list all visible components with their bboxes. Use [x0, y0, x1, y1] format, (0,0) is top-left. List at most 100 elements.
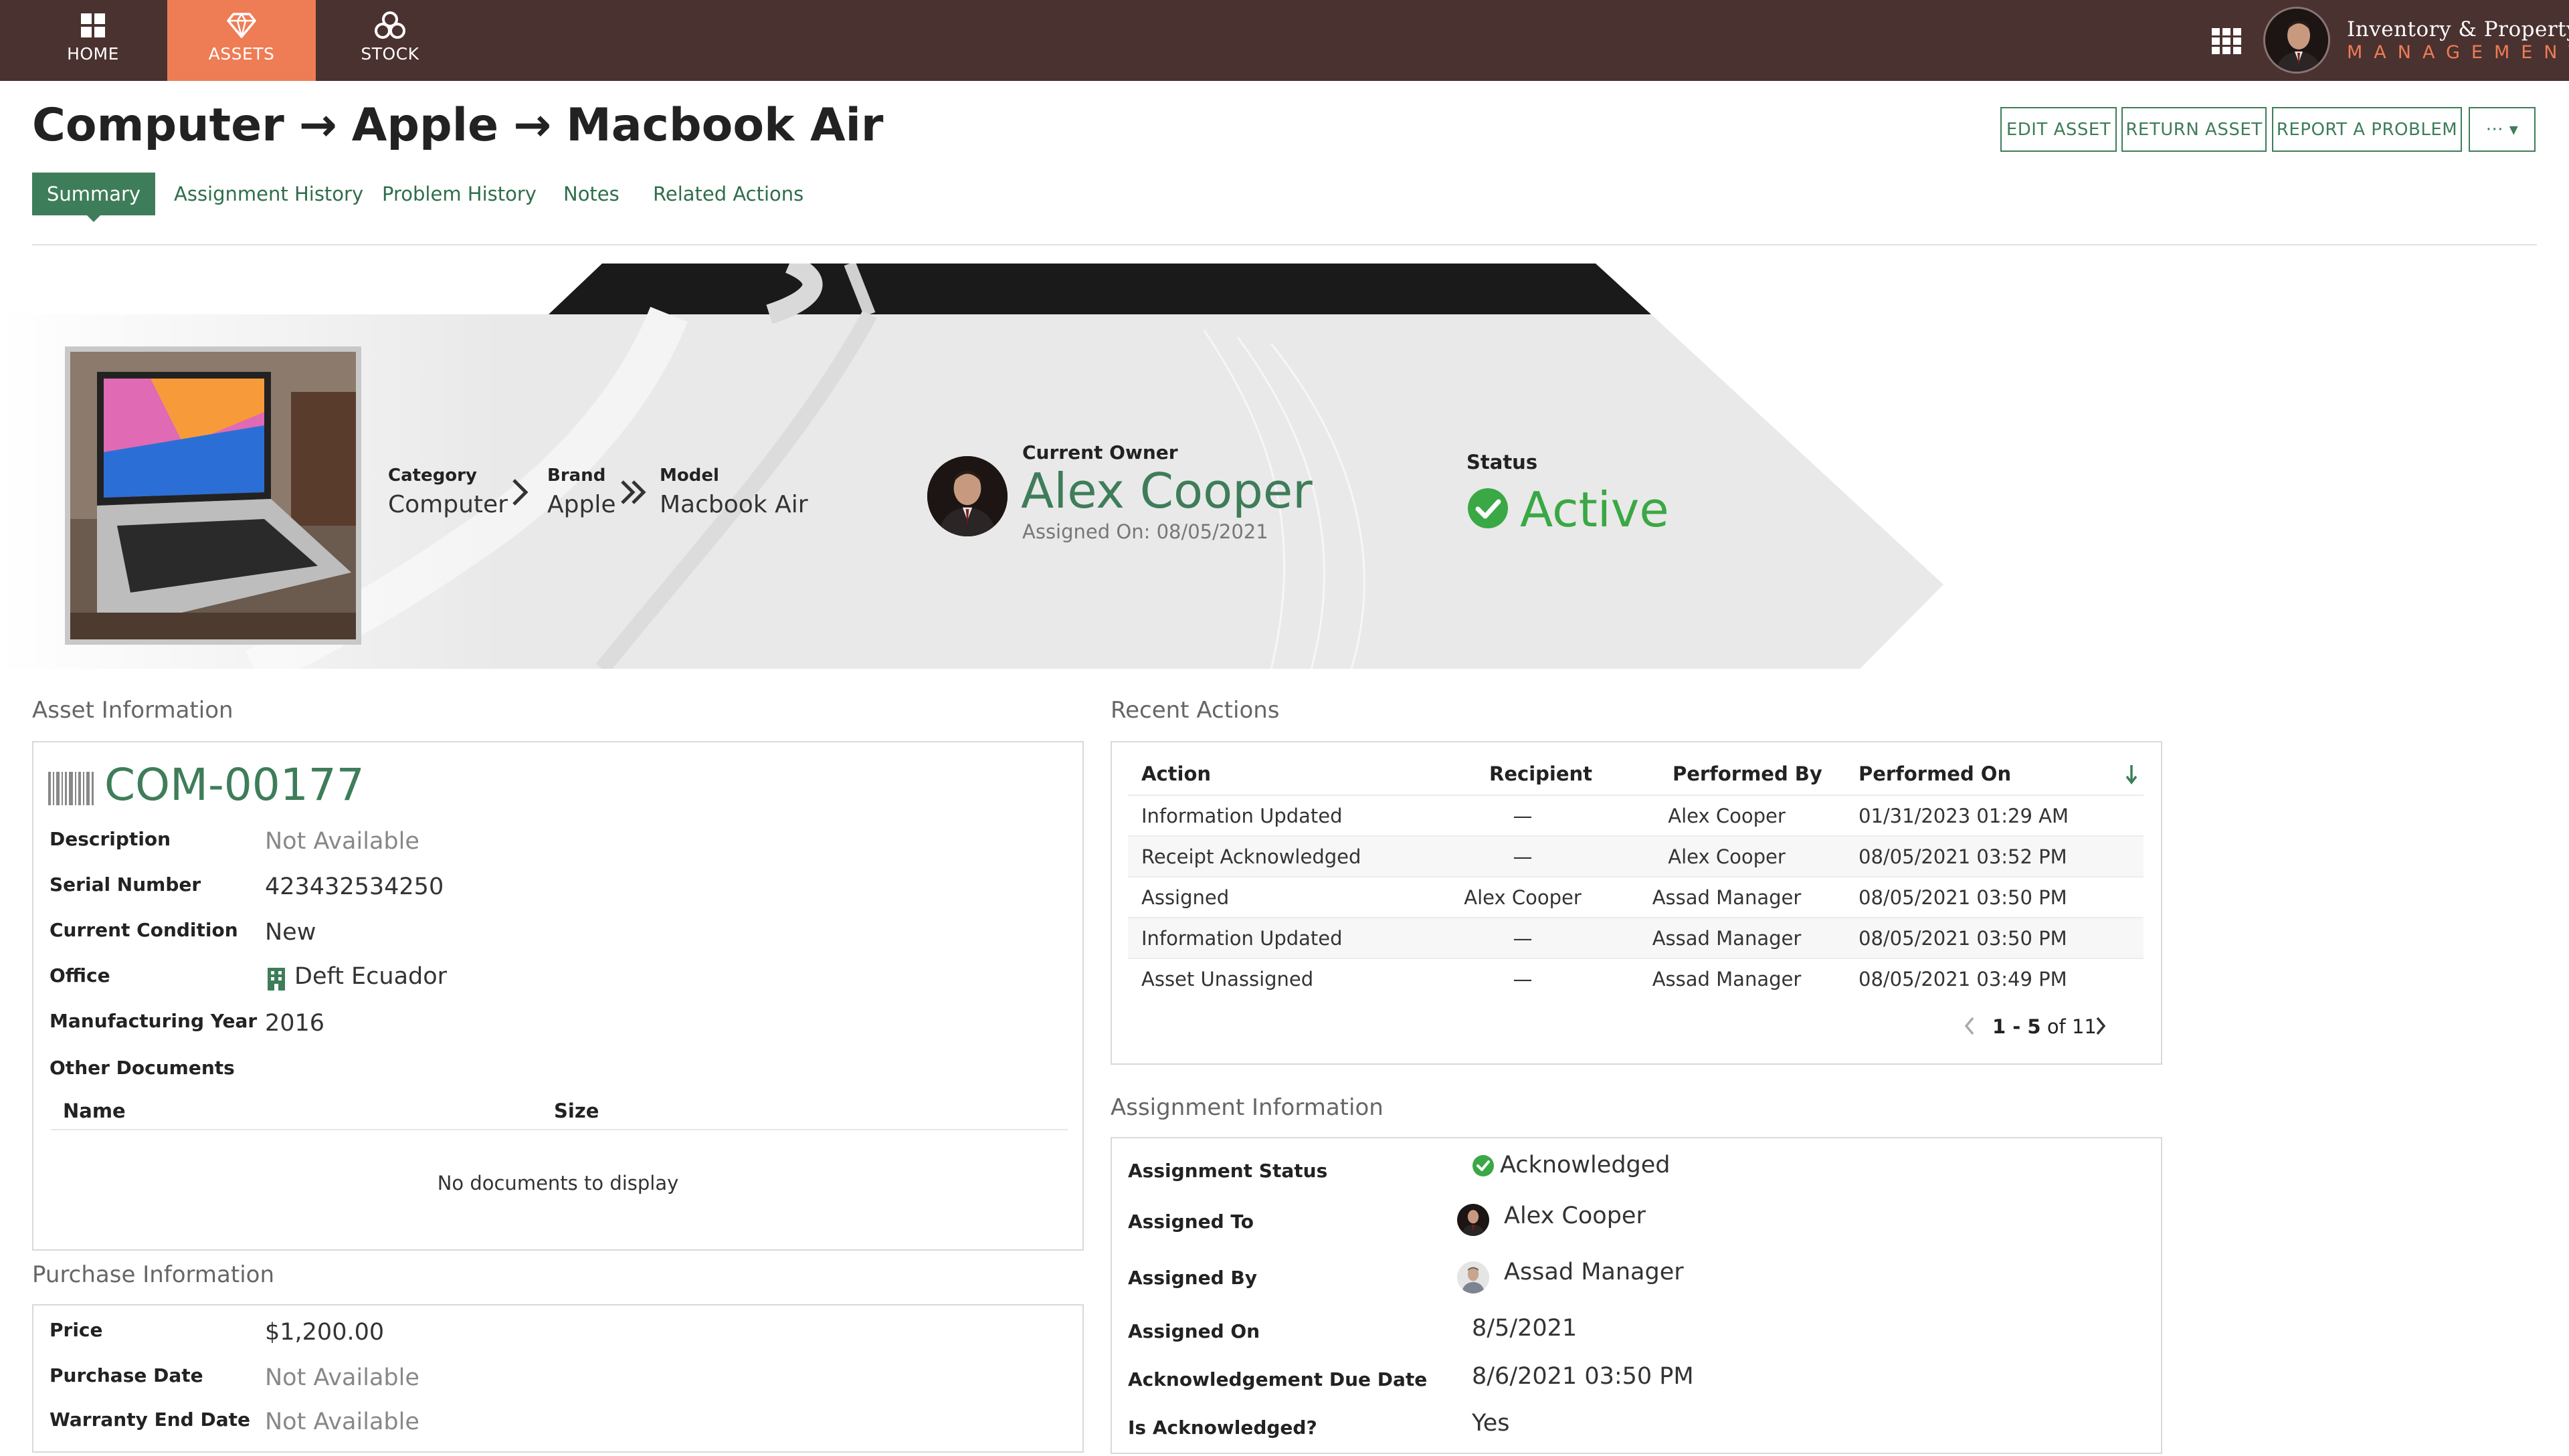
doc-column-size[interactable]: Size — [554, 1100, 599, 1122]
sort-arrow-down-icon[interactable] — [2125, 762, 2138, 787]
table-row[interactable]: Information Updated — Alex Cooper 01/31/… — [1128, 795, 2144, 835]
return-asset-button[interactable]: RETURN ASSET — [2121, 107, 2267, 152]
row-action: Information Updated — [1141, 927, 1343, 950]
tab-divider — [32, 244, 2537, 245]
serial-number-label: Serial Number — [50, 873, 201, 896]
column-performed-by[interactable]: Performed By — [1673, 762, 1822, 785]
model-block: Model Macbook Air — [660, 465, 808, 518]
user-avatar[interactable] — [2263, 7, 2330, 74]
asset-code: COM-00177 — [104, 759, 365, 811]
recent-actions-title: Recent Actions — [1111, 697, 1280, 724]
tab-related-actions[interactable]: Related Actions — [653, 173, 803, 215]
description-label: Description — [50, 828, 171, 850]
row-performed-on: 08/05/2021 03:50 PM — [1859, 927, 2067, 950]
assigned-on-label: Assigned On — [1128, 1320, 1260, 1342]
tab-assignment-history[interactable]: Assignment History — [174, 173, 363, 215]
pager-status: 1 - 5 of 11 — [1992, 1015, 2097, 1038]
row-action: Asset Unassigned — [1141, 968, 1314, 991]
row-recipient: — — [1513, 968, 1533, 991]
tab-notes[interactable]: Notes — [563, 173, 620, 215]
office-label: Office — [50, 964, 110, 986]
title-category: Computer — [32, 99, 284, 152]
category-label: Category — [388, 465, 477, 486]
category-block: Category Computer — [388, 465, 508, 518]
warranty-end-label: Warranty End Date — [50, 1409, 250, 1431]
nav-home-label: HOME — [67, 44, 119, 64]
tab-summary[interactable]: Summary — [32, 173, 155, 215]
row-recipient: Alex Cooper — [1464, 886, 1582, 909]
assigned-to-link[interactable]: Alex Cooper — [1504, 1203, 1646, 1229]
title-separator-arrow: → — [298, 99, 337, 152]
check-circle-icon — [1466, 487, 1509, 530]
manufacturing-year-value: 2016 — [265, 1010, 325, 1037]
doc-header-divider — [51, 1129, 1068, 1130]
other-documents-label: Other Documents — [50, 1057, 235, 1079]
doc-column-name[interactable]: Name — [63, 1100, 126, 1122]
price-value: $1,200.00 — [265, 1319, 385, 1346]
ack-due-date-label: Acknowledgement Due Date — [1128, 1368, 1428, 1390]
office-link[interactable]: Deft Ecuador — [294, 963, 447, 990]
status-value: Active — [1520, 482, 1669, 538]
table-row[interactable]: Information Updated — Assad Manager 08/0… — [1128, 917, 2144, 958]
row-action: Information Updated — [1141, 805, 1343, 827]
asset-photo[interactable] — [65, 346, 361, 645]
active-tab-indicator — [86, 214, 102, 222]
tab-problem-history[interactable]: Problem History — [382, 173, 537, 215]
brand-subtitle: MANAGEMENT — [2347, 42, 2569, 63]
building-icon — [266, 966, 286, 991]
row-performed-on: 01/31/2023 01:29 AM — [1859, 805, 2069, 827]
diamond-icon — [167, 11, 316, 40]
serial-number-value: 423432534250 — [265, 873, 444, 900]
assignment-status-value: Acknowledged — [1500, 1152, 1671, 1178]
edit-asset-button[interactable]: EDIT ASSET — [2000, 107, 2117, 152]
price-label: Price — [50, 1319, 103, 1341]
assigned-by-avatar — [1457, 1261, 1489, 1293]
barcode-icon — [48, 772, 95, 805]
pager-total: of 11 — [2047, 1015, 2097, 1038]
more-actions-dropdown[interactable]: ··· ▾ — [2469, 107, 2536, 152]
row-action: Assigned — [1141, 886, 1230, 909]
column-performed-on[interactable]: Performed On — [1859, 762, 2011, 785]
column-action[interactable]: Action — [1141, 762, 1211, 785]
chevron-right-icon — [510, 476, 530, 516]
row-recipient: — — [1513, 927, 1533, 950]
row-recipient: — — [1513, 845, 1533, 868]
condition-value: New — [265, 919, 316, 946]
owner-name-link[interactable]: Alex Cooper — [1021, 463, 1313, 519]
row-performed-by: Assad Manager — [1652, 927, 1802, 950]
nav-assets[interactable]: ASSETS — [167, 0, 316, 81]
category-value: Computer — [388, 491, 508, 518]
double-chevron-right-icon — [618, 476, 648, 516]
assigned-by-label: Assigned By — [1128, 1267, 1257, 1289]
assigned-to-label: Assigned To — [1128, 1211, 1254, 1233]
is-acknowledged-value: Yes — [1472, 1410, 1510, 1437]
nav-stock[interactable]: STOCK — [316, 0, 464, 81]
top-navigation-bar: HOME ASSETS STOCK Inventory & Property M… — [0, 0, 2569, 81]
table-row[interactable]: Asset Unassigned — Assad Manager 08/05/2… — [1128, 958, 2144, 999]
nav-stock-label: STOCK — [361, 44, 419, 64]
row-performed-on: 08/05/2021 03:52 PM — [1859, 845, 2067, 868]
pager-prev-icon[interactable] — [1963, 1015, 1976, 1041]
is-acknowledged-label: Is Acknowledged? — [1128, 1417, 1317, 1439]
status-label: Status — [1466, 451, 1538, 474]
report-problem-button[interactable]: REPORT A PROBLEM — [2272, 107, 2462, 152]
row-recipient: — — [1513, 805, 1533, 827]
assignment-info-title: Assignment Information — [1111, 1094, 1384, 1121]
owner-avatar[interactable] — [927, 456, 1008, 536]
owner-label: Current Owner — [1022, 441, 1178, 463]
owner-assigned-date: Assigned On: 08/05/2021 — [1022, 520, 1268, 543]
assigned-by-link[interactable]: Assad Manager — [1504, 1259, 1684, 1285]
table-row[interactable]: Receipt Acknowledged — Alex Cooper 08/05… — [1128, 835, 2144, 876]
row-performed-on: 08/05/2021 03:50 PM — [1859, 886, 2067, 909]
row-performed-on: 08/05/2021 03:49 PM — [1859, 968, 2067, 991]
column-recipient[interactable]: Recipient — [1489, 762, 1592, 785]
apps-grid-icon[interactable] — [2212, 28, 2241, 55]
pager-range: 1 - 5 — [1992, 1015, 2041, 1038]
row-performed-by: Assad Manager — [1652, 886, 1802, 909]
table-row[interactable]: Assigned Alex Cooper Assad Manager 08/05… — [1128, 876, 2144, 917]
row-performed-by: Alex Cooper — [1668, 805, 1786, 827]
row-action: Receipt Acknowledged — [1141, 845, 1361, 868]
nav-home[interactable]: HOME — [19, 0, 167, 81]
ack-due-date-value: 8/6/2021 03:50 PM — [1472, 1363, 1694, 1390]
pager-next-icon[interactable] — [2094, 1015, 2107, 1041]
